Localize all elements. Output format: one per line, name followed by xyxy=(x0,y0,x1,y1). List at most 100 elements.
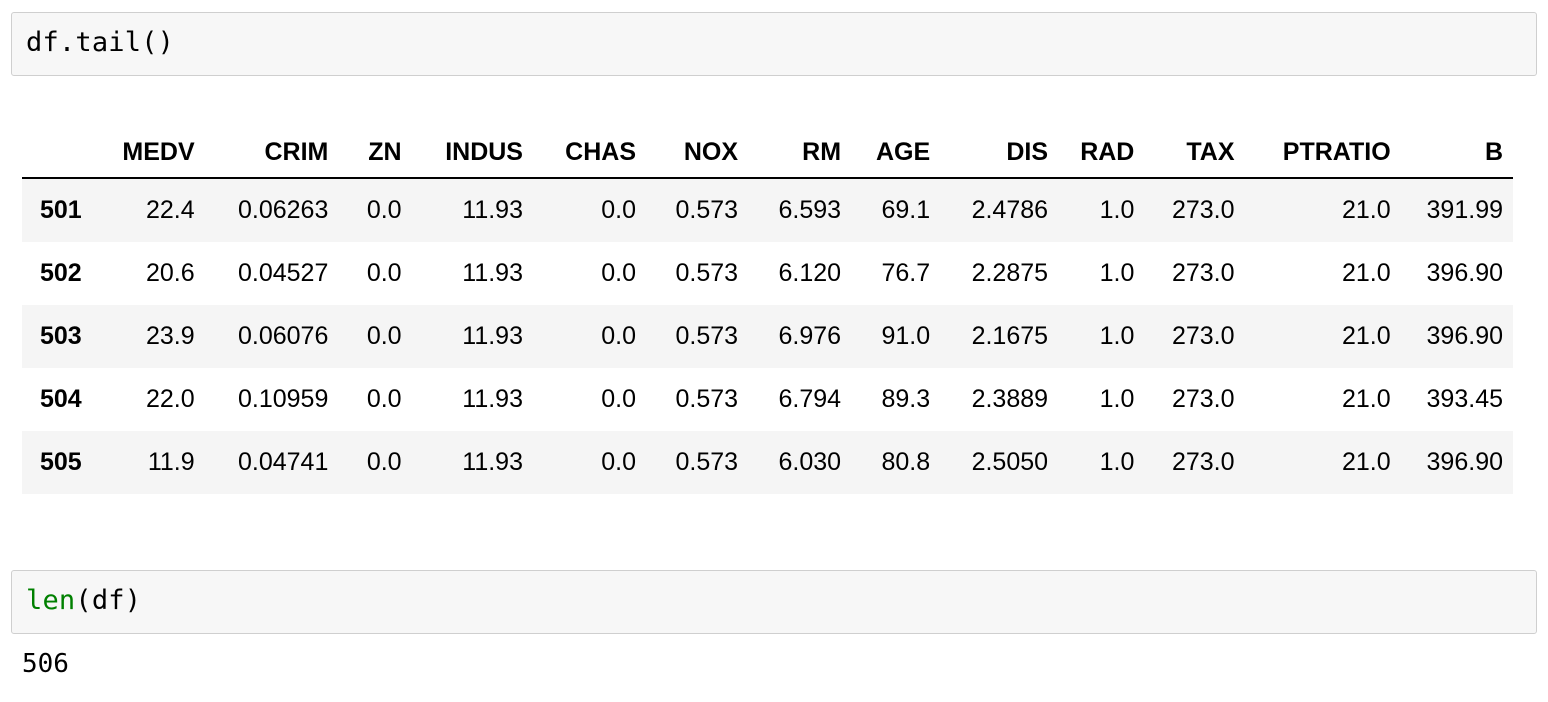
cell-nox: 0.573 xyxy=(675,448,739,476)
cell-age: 69.1 xyxy=(881,196,931,224)
dataframe-head: MEDV CRIM ZN INDUS CHAS NOX RM AGE DIS R… xyxy=(22,136,1513,179)
cell-dis: 2.3889 xyxy=(971,385,1049,413)
cell-zn: 0.0 xyxy=(366,385,402,413)
column-header-ptratio: PTRATIO xyxy=(1244,136,1401,179)
cell-medv: 23.9 xyxy=(145,322,195,350)
table-row: 505 11.9 0.04741 0.0 11.93 0.0 0.573 6.0… xyxy=(22,431,1513,494)
code-line-df-tail[interactable]: df.tail() xyxy=(12,13,1536,73)
column-header-indus: INDUS xyxy=(411,136,533,179)
cell-zn: 0.0 xyxy=(366,259,402,287)
cell-crim: 0.06076 xyxy=(237,322,329,350)
column-header-medv: MEDV xyxy=(97,136,205,179)
cell-crim: 0.04741 xyxy=(237,448,329,476)
cell-rad: 1.0 xyxy=(1099,259,1135,287)
cell-crim: 0.10959 xyxy=(237,385,329,413)
column-header-index xyxy=(22,136,98,179)
row-index-label: 504 xyxy=(40,385,82,413)
cell-rad: 1.0 xyxy=(1099,385,1135,413)
cell-nox: 0.573 xyxy=(675,322,739,350)
table-row: 501 22.4 0.06263 0.0 11.93 0.0 0.573 6.5… xyxy=(22,178,1513,242)
cell-tax: 273.0 xyxy=(1171,448,1235,476)
cell-crim: 0.04527 xyxy=(237,259,329,287)
cell-tax: 273.0 xyxy=(1171,259,1235,287)
cell-chas: 0.0 xyxy=(601,448,636,476)
dataframe-body: 501 22.4 0.06263 0.0 11.93 0.0 0.573 6.5… xyxy=(22,178,1513,494)
cell-rad: 1.0 xyxy=(1099,196,1135,224)
cell-crim: 0.06263 xyxy=(237,196,329,224)
cell-nox: 0.573 xyxy=(675,385,739,413)
row-index-label: 501 xyxy=(40,196,82,224)
cell-zn: 0.0 xyxy=(366,196,402,224)
row-index-label: 503 xyxy=(40,322,82,350)
column-header-age: AGE xyxy=(851,136,941,179)
column-header-rm: RM xyxy=(748,136,852,179)
column-header-nox: NOX xyxy=(646,136,749,179)
cell-indus: 11.93 xyxy=(462,448,523,476)
code-token-builtin: len xyxy=(26,585,76,616)
cell-rm: 6.794 xyxy=(778,385,842,413)
column-header-zn: ZN xyxy=(338,136,412,179)
cell-age: 91.0 xyxy=(881,322,931,350)
column-header-chas: CHAS xyxy=(532,136,646,179)
column-header-tax: TAX xyxy=(1144,136,1245,179)
code-cell-df-tail[interactable]: df.tail() xyxy=(11,12,1537,76)
column-header-dis: DIS xyxy=(940,136,1059,179)
cell-ptratio: 21.0 xyxy=(1341,322,1391,350)
cell-age: 89.3 xyxy=(881,385,931,413)
code-line-len-df[interactable]: len(df) xyxy=(12,571,1536,631)
cell-nox: 0.573 xyxy=(675,196,739,224)
cell-zn: 0.0 xyxy=(366,448,402,476)
cell-indus: 11.93 xyxy=(462,196,523,224)
cell-b: 396.90 xyxy=(1426,259,1503,287)
cell-tax: 273.0 xyxy=(1171,322,1235,350)
table-row: 504 22.0 0.10959 0.0 11.93 0.0 0.573 6.7… xyxy=(22,368,1513,431)
cell-medv: 11.9 xyxy=(147,448,195,476)
cell-chas: 0.0 xyxy=(601,322,636,350)
code-token-plain: (df) xyxy=(75,585,142,616)
cell-chas: 0.0 xyxy=(601,196,636,224)
cell-b: 391.99 xyxy=(1426,196,1503,224)
cell-indus: 11.93 xyxy=(462,259,523,287)
cell-dis: 2.4786 xyxy=(971,196,1049,224)
cell-b: 393.45 xyxy=(1426,385,1503,413)
cell-zn: 0.0 xyxy=(366,322,402,350)
cell-rm: 6.976 xyxy=(778,322,842,350)
dataframe-table: MEDV CRIM ZN INDUS CHAS NOX RM AGE DIS R… xyxy=(22,136,1513,494)
cell-b: 396.90 xyxy=(1426,322,1503,350)
cell-rad: 1.0 xyxy=(1099,322,1135,350)
cell-ptratio: 21.0 xyxy=(1341,385,1391,413)
cell-dis: 2.1675 xyxy=(971,322,1049,350)
cell-age: 76.7 xyxy=(881,259,931,287)
cell-nox: 0.573 xyxy=(675,259,739,287)
row-index-label: 505 xyxy=(40,448,82,476)
cell-ptratio: 21.0 xyxy=(1341,259,1391,287)
cell-chas: 0.0 xyxy=(601,385,636,413)
cell-indus: 11.93 xyxy=(462,385,523,413)
table-row: 503 23.9 0.06076 0.0 11.93 0.0 0.573 6.9… xyxy=(22,305,1513,368)
cell-indus: 11.93 xyxy=(462,322,523,350)
cell-rm: 6.593 xyxy=(778,196,842,224)
column-header-rad: RAD xyxy=(1058,136,1145,179)
table-row: 502 20.6 0.04527 0.0 11.93 0.0 0.573 6.1… xyxy=(22,242,1513,305)
cell-rad: 1.0 xyxy=(1099,448,1135,476)
cell-tax: 273.0 xyxy=(1171,385,1235,413)
cell-medv: 22.0 xyxy=(145,385,195,413)
dataframe-output: MEDV CRIM ZN INDUS CHAS NOX RM AGE DIS R… xyxy=(22,136,1513,494)
cell-rm: 6.030 xyxy=(778,448,842,476)
cell-age: 80.8 xyxy=(881,448,931,476)
cell-ptratio: 21.0 xyxy=(1341,448,1391,476)
cell-ptratio: 21.0 xyxy=(1341,196,1391,224)
cell-tax: 273.0 xyxy=(1171,196,1235,224)
text-output-len: 506 xyxy=(22,649,69,679)
cell-rm: 6.120 xyxy=(778,259,842,287)
cell-medv: 20.6 xyxy=(145,259,195,287)
column-header-b: B xyxy=(1400,136,1513,179)
notebook-page: df.tail() MEDV CRIM ZN INDUS CHAS NOX RM… xyxy=(0,0,1548,702)
code-token-plain: df.tail() xyxy=(26,27,175,58)
cell-dis: 2.5050 xyxy=(971,448,1049,476)
cell-medv: 22.4 xyxy=(145,196,195,224)
table-header-row: MEDV CRIM ZN INDUS CHAS NOX RM AGE DIS R… xyxy=(22,136,1513,179)
cell-b: 396.90 xyxy=(1426,448,1503,476)
column-header-crim: CRIM xyxy=(204,136,339,179)
code-cell-len-df[interactable]: len(df) xyxy=(11,570,1537,634)
